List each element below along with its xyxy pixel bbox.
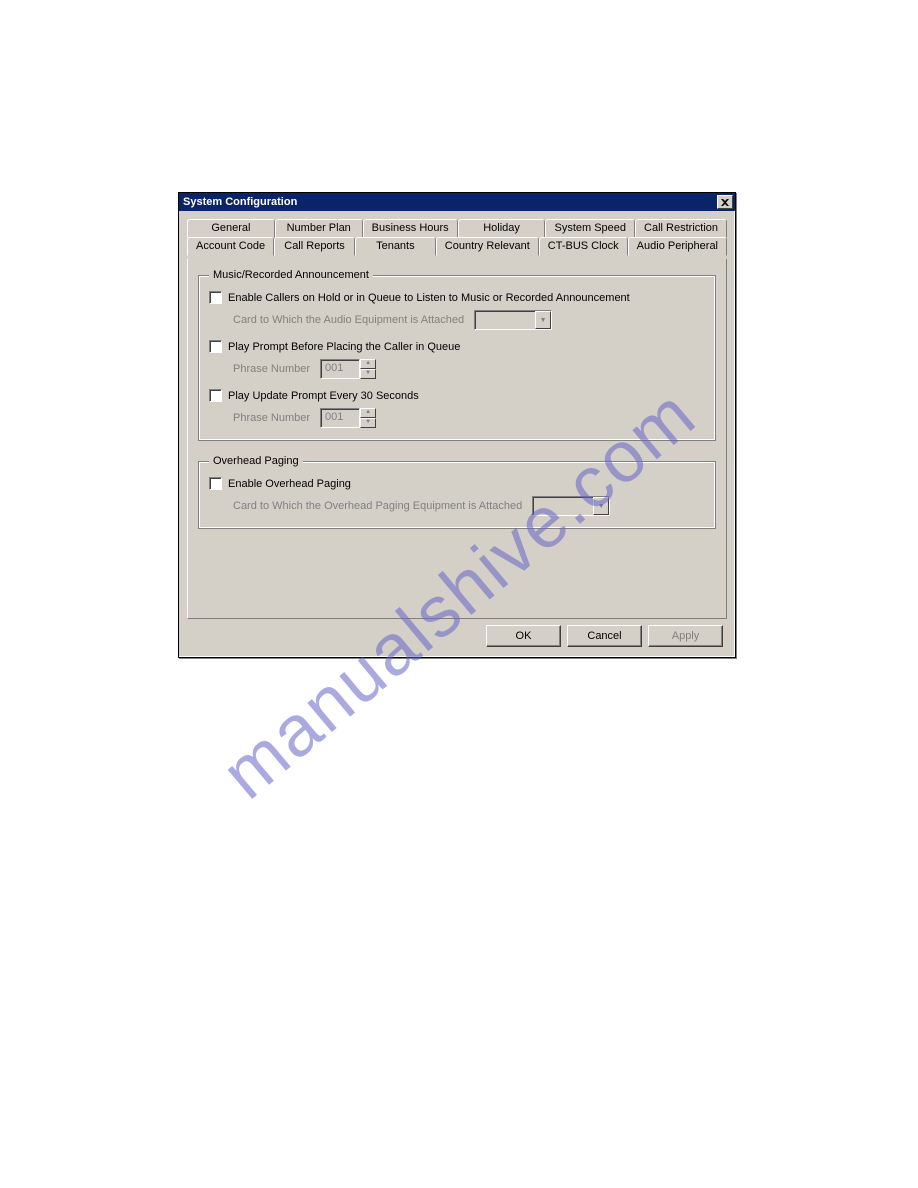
- music-announcement-legend: Music/Recorded Announcement: [209, 269, 373, 281]
- tab-call-reports[interactable]: Call Reports: [274, 237, 355, 256]
- paging-card-combo[interactable]: ▼: [532, 496, 610, 516]
- overhead-paging-legend: Overhead Paging: [209, 455, 303, 467]
- cancel-button[interactable]: Cancel: [567, 625, 642, 647]
- paging-card-value: [533, 497, 593, 515]
- tab-ctbus-clock[interactable]: CT-BUS Clock: [539, 237, 628, 256]
- titlebar: System Configuration: [179, 193, 735, 211]
- paging-card-dropdown-icon[interactable]: ▼: [593, 497, 609, 515]
- overhead-paging-group: Overhead Paging Enable Overhead Paging C…: [198, 455, 716, 529]
- phrase-number-1-label: Phrase Number: [233, 363, 310, 375]
- ok-button[interactable]: OK: [486, 625, 561, 647]
- phrase-number-2-value: 001: [320, 408, 360, 428]
- phrase-number-1-value: 001: [320, 359, 360, 379]
- tab-country-relevant[interactable]: Country Relevant: [436, 237, 539, 256]
- tab-container: General Number Plan Business Hours Holid…: [187, 219, 727, 256]
- dialog-body: General Number Plan Business Hours Holid…: [179, 211, 735, 657]
- tab-account-code[interactable]: Account Code: [187, 237, 274, 256]
- tab-general[interactable]: General: [187, 219, 275, 238]
- play-update-prompt-label: Play Update Prompt Every 30 Seconds: [228, 390, 419, 402]
- enable-music-checkbox[interactable]: [209, 291, 222, 304]
- play-update-prompt-checkbox[interactable]: [209, 389, 222, 402]
- tab-number-plan[interactable]: Number Plan: [275, 219, 363, 238]
- phrase-2-down-icon[interactable]: ▼: [360, 418, 376, 428]
- tab-system-speed[interactable]: System Speed: [545, 219, 635, 238]
- enable-paging-checkbox[interactable]: [209, 477, 222, 490]
- phrase-number-2-spinner[interactable]: 001 ▲ ▼: [320, 408, 376, 428]
- paging-card-label: Card to Which the Overhead Paging Equipm…: [233, 500, 522, 512]
- tab-audio-peripheral[interactable]: Audio Peripheral: [628, 237, 727, 256]
- audio-card-label: Card to Which the Audio Equipment is Att…: [233, 314, 464, 326]
- system-config-dialog: System Configuration General Number Plan…: [178, 192, 736, 658]
- tab-panel-audio-peripheral: Music/Recorded Announcement Enable Calle…: [187, 259, 727, 619]
- tab-call-restriction[interactable]: Call Restriction: [635, 219, 727, 238]
- apply-button[interactable]: Apply: [648, 625, 723, 647]
- tab-holiday[interactable]: Holiday: [458, 219, 546, 238]
- phrase-number-2-label: Phrase Number: [233, 412, 310, 424]
- tab-business-hours[interactable]: Business Hours: [363, 219, 458, 238]
- phrase-number-1-spinner[interactable]: 001 ▲ ▼: [320, 359, 376, 379]
- audio-card-value: [475, 311, 535, 329]
- audio-card-combo[interactable]: ▼: [474, 310, 552, 330]
- phrase-2-up-icon[interactable]: ▲: [360, 408, 376, 418]
- dialog-title: System Configuration: [183, 196, 297, 208]
- tab-tenants[interactable]: Tenants: [355, 237, 436, 256]
- close-button[interactable]: [717, 195, 733, 209]
- enable-paging-label: Enable Overhead Paging: [228, 478, 351, 490]
- music-announcement-group: Music/Recorded Announcement Enable Calle…: [198, 269, 716, 441]
- enable-music-label: Enable Callers on Hold or in Queue to Li…: [228, 292, 630, 304]
- tab-row-1: General Number Plan Business Hours Holid…: [187, 219, 727, 238]
- dialog-button-row: OK Cancel Apply: [187, 619, 727, 647]
- phrase-1-up-icon[interactable]: ▲: [360, 359, 376, 369]
- play-prompt-queue-label: Play Prompt Before Placing the Caller in…: [228, 341, 460, 353]
- audio-card-dropdown-icon[interactable]: ▼: [535, 311, 551, 329]
- tab-row-2: Account Code Call Reports Tenants Countr…: [187, 237, 727, 256]
- play-prompt-queue-checkbox[interactable]: [209, 340, 222, 353]
- phrase-1-down-icon[interactable]: ▼: [360, 369, 376, 379]
